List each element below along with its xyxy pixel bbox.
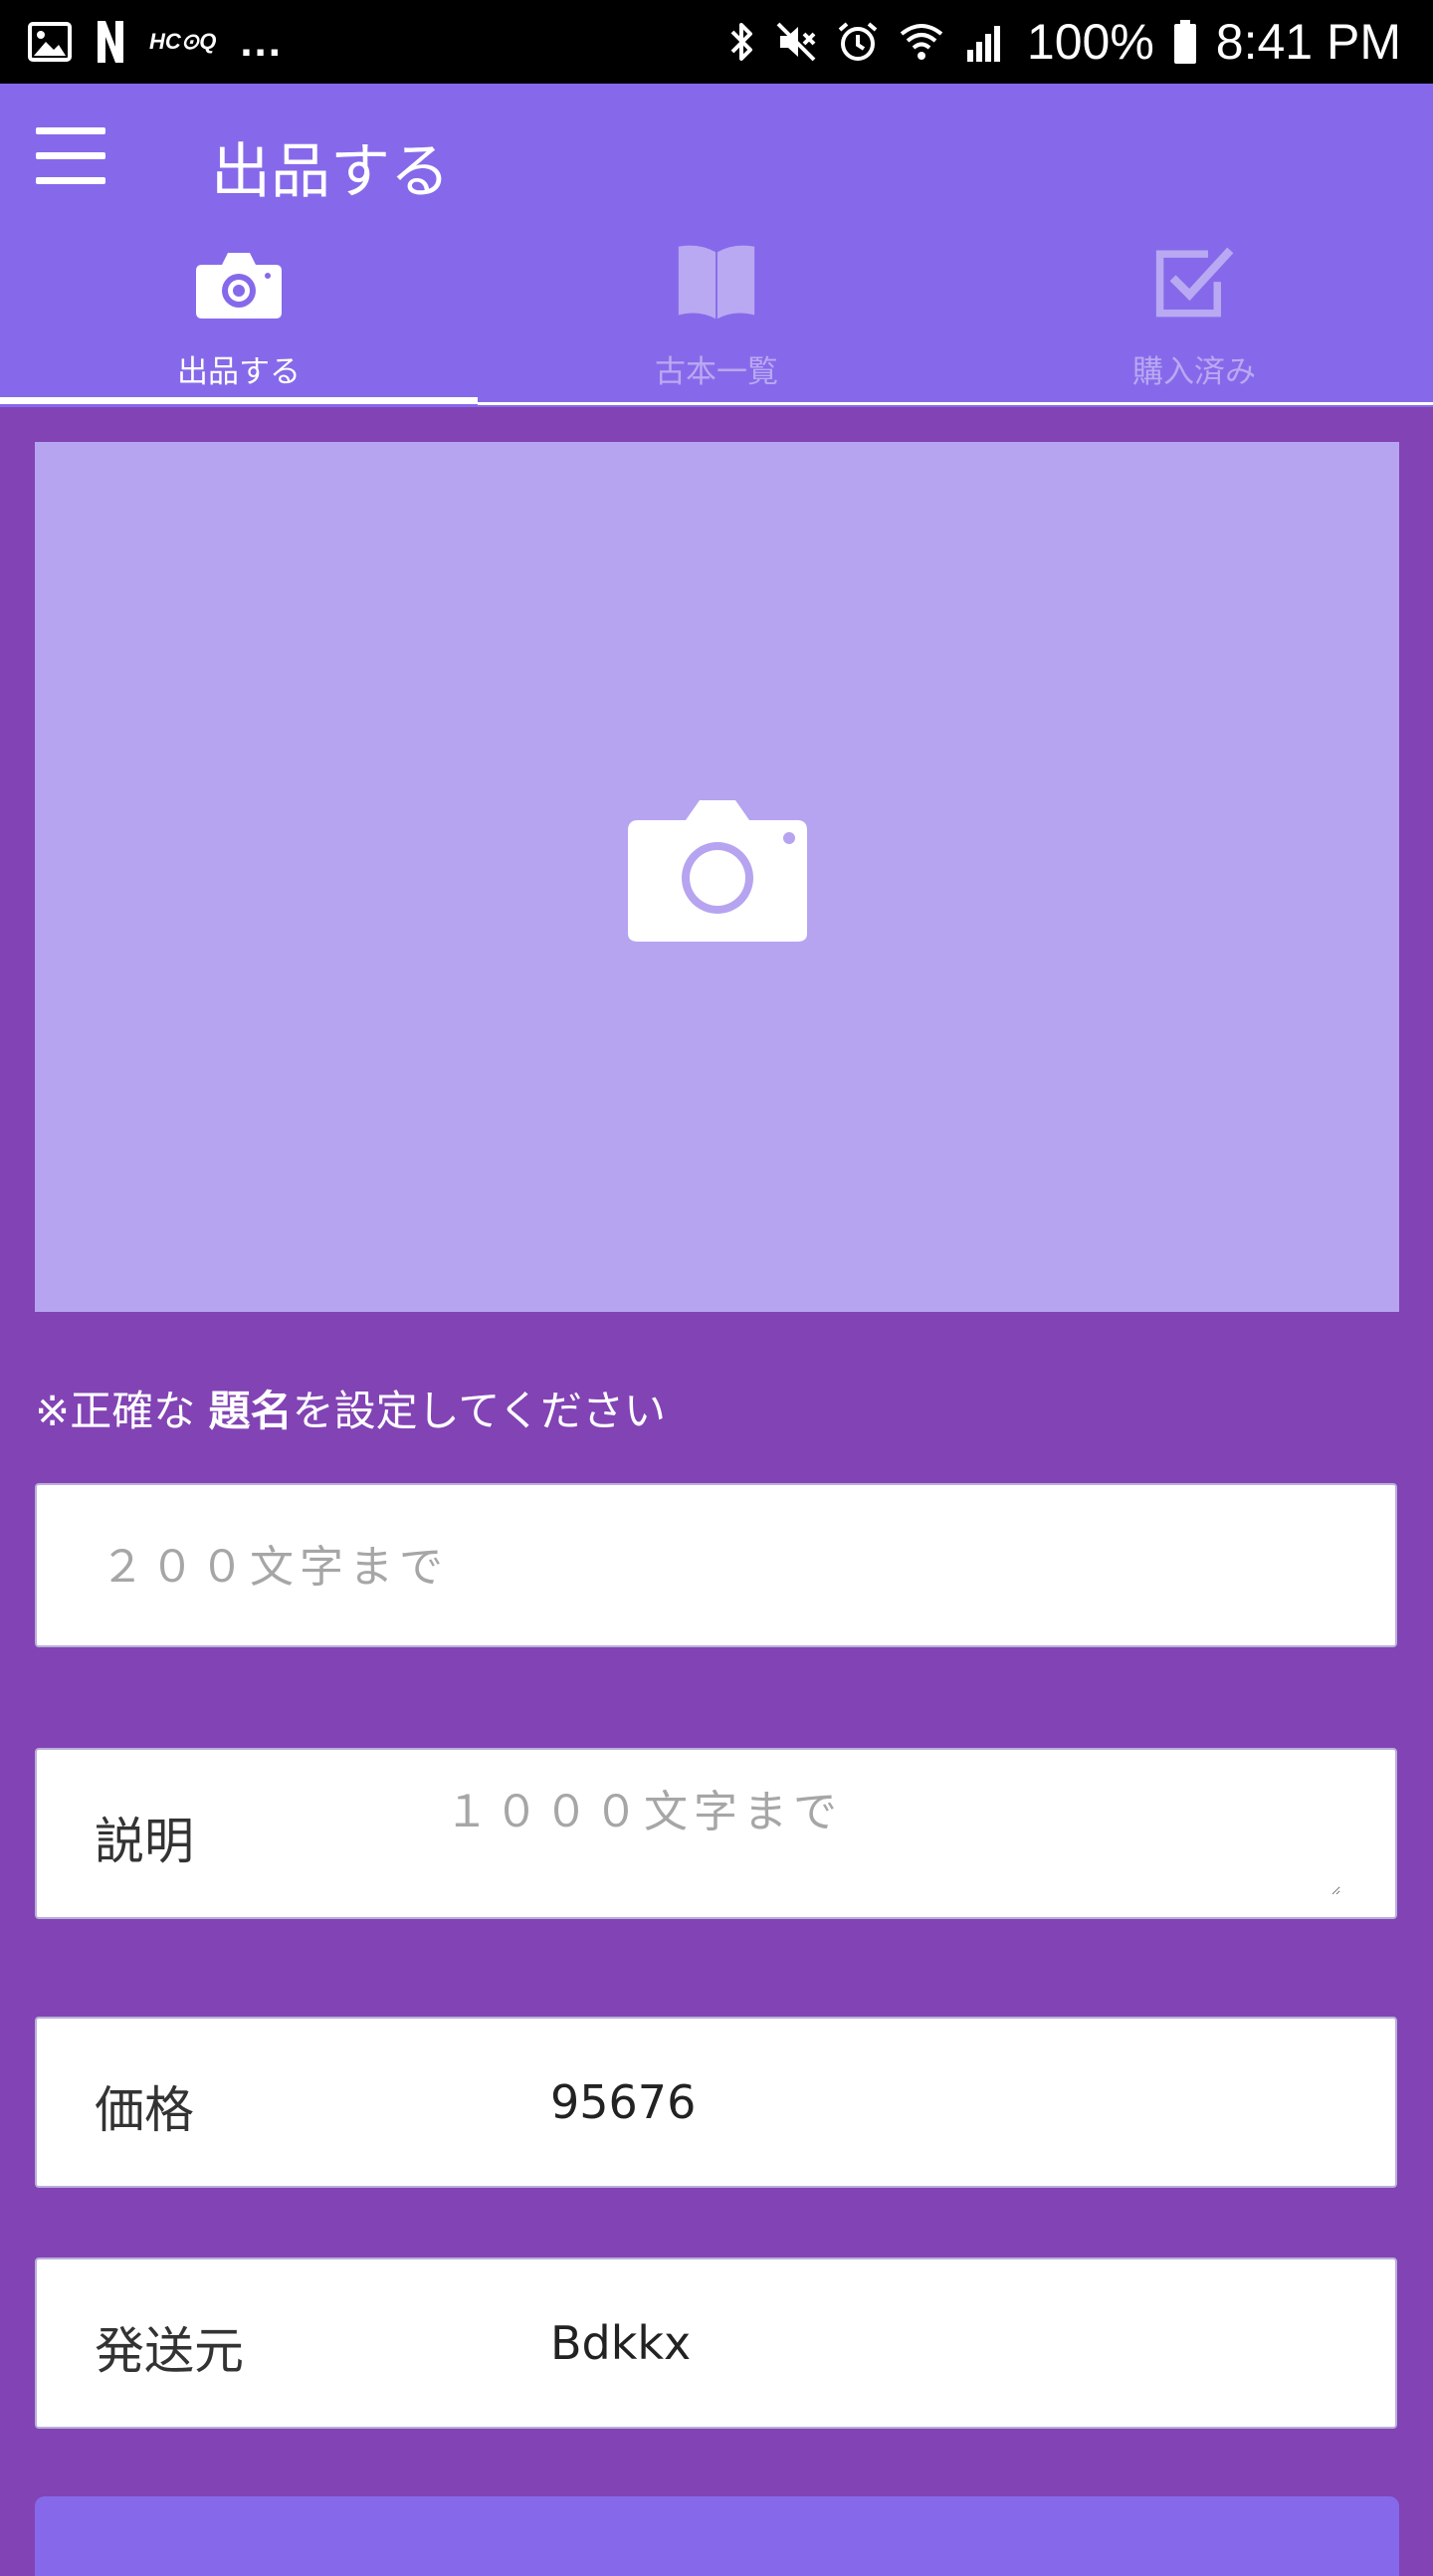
origin-label: 発送元 (95, 2322, 244, 2380)
tab-used-books[interactable]: 古本一覧 (478, 243, 955, 407)
status-bar: HC⊙Q ... 100% 8:41 PM (0, 0, 1433, 84)
system-icons: 100% 8:41 PM (726, 14, 1401, 70)
wifi-icon (900, 24, 943, 60)
tab-divider (478, 402, 1433, 405)
active-tab-indicator (0, 397, 478, 404)
tab-label: 出品する (177, 354, 301, 390)
photo-upload-area[interactable] (35, 442, 1399, 1312)
notice-suffix: を設定してください (292, 1387, 667, 1435)
price-field: 価格 (35, 2017, 1397, 2188)
description-field: 説明 (35, 1748, 1397, 1919)
notification-icons: HC⊙Q ... (28, 14, 283, 70)
tab-purchased[interactable]: 購入済み (955, 243, 1433, 407)
title-input[interactable] (101, 1537, 1344, 1597)
notice-emphasis: 題名 (208, 1387, 293, 1435)
bluetooth-icon (730, 23, 752, 61)
mute-icon (776, 22, 816, 62)
gallery-icon (28, 22, 72, 62)
book-icon (678, 245, 755, 320)
tab-sell[interactable]: 出品する (0, 243, 478, 407)
origin-field: 発送元 (35, 2257, 1397, 2429)
menu-icon-line (36, 127, 105, 134)
app-bar: 出品する 出品する 古本一覧 購入済み (0, 84, 1433, 407)
tab-bar: 出品する 古本一覧 購入済み (0, 243, 1433, 407)
price-input[interactable] (550, 2070, 1327, 2134)
battery-icon (1173, 20, 1196, 64)
tab-label: 古本一覧 (655, 354, 778, 390)
menu-icon-line (36, 177, 105, 184)
camera-icon (196, 253, 282, 319)
title-field (35, 1483, 1397, 1647)
origin-input[interactable] (550, 2311, 1327, 2375)
more-notifications: ... (240, 17, 284, 66)
price-label: 価格 (95, 2081, 194, 2139)
title-notice: ※正確な 題名を設定してください (35, 1378, 666, 1438)
description-label: 説明 (95, 1813, 194, 1870)
netflix-icon (98, 21, 123, 63)
menu-icon-line (36, 152, 105, 159)
camera-icon (628, 800, 807, 942)
notice-prefix: ※正確な (35, 1387, 196, 1435)
description-input[interactable] (445, 1776, 1340, 1895)
alarm-icon (838, 22, 878, 61)
tab-label: 購入済み (1132, 354, 1256, 390)
signal-icon (966, 26, 1000, 62)
clock: 8:41 PM (1215, 14, 1401, 70)
submit-button[interactable] (35, 2496, 1399, 2576)
checkbox-icon (1155, 247, 1234, 318)
notification-app-label: HC⊙Q (149, 29, 217, 54)
page-title: 出品する (211, 137, 450, 207)
menu-button[interactable] (30, 127, 111, 197)
battery-percent: 100% (1026, 14, 1154, 70)
